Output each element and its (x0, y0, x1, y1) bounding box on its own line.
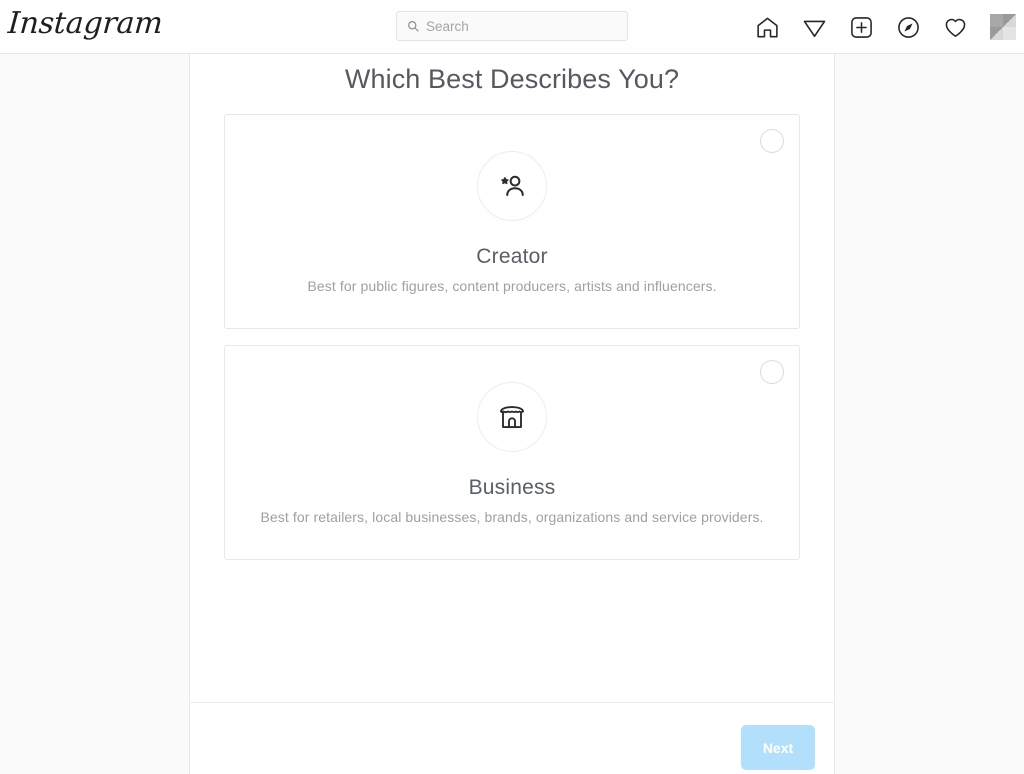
search-box[interactable] (396, 11, 628, 41)
option-description-business: Best for retailers, local businesses, br… (260, 509, 764, 525)
home-icon[interactable] (755, 15, 780, 40)
content-panel: Which Best Describes You? Creator Best f… (189, 54, 835, 774)
option-description-creator: Best for public figures, content produce… (307, 278, 717, 294)
option-title-creator: Creator (476, 245, 548, 268)
new-post-plus-icon[interactable] (849, 15, 874, 40)
search-input[interactable] (426, 18, 606, 34)
page-title: Which Best Describes You? (344, 64, 680, 94)
creator-icon-circle (477, 151, 547, 221)
account-type-options: Creator Best for public figures, content… (190, 114, 834, 560)
activity-heart-icon[interactable] (943, 15, 968, 40)
explore-compass-icon[interactable] (896, 15, 921, 40)
radio-button-creator[interactable] (760, 129, 784, 153)
search-icon (408, 21, 419, 32)
option-card-business[interactable]: Business Best for retailers, local busin… (224, 345, 800, 560)
radio-button-business[interactable] (760, 360, 784, 384)
profile-avatar[interactable] (990, 14, 1016, 40)
direct-paper-plane-icon[interactable] (802, 15, 827, 40)
option-card-creator[interactable]: Creator Best for public figures, content… (224, 114, 800, 329)
business-icon-circle (477, 382, 547, 452)
nav-icon-group (755, 0, 1016, 54)
panel-footer: Next (190, 702, 834, 774)
top-navigation-bar: Instagram (0, 0, 1024, 54)
page-background: Which Best Describes You? Creator Best f… (0, 54, 1024, 774)
creator-person-star-icon (501, 175, 524, 196)
option-title-business: Business (468, 476, 556, 499)
next-button[interactable]: Next (741, 725, 815, 770)
business-storefront-icon (500, 406, 524, 428)
instagram-logo[interactable]: Instagram (7, 6, 164, 41)
